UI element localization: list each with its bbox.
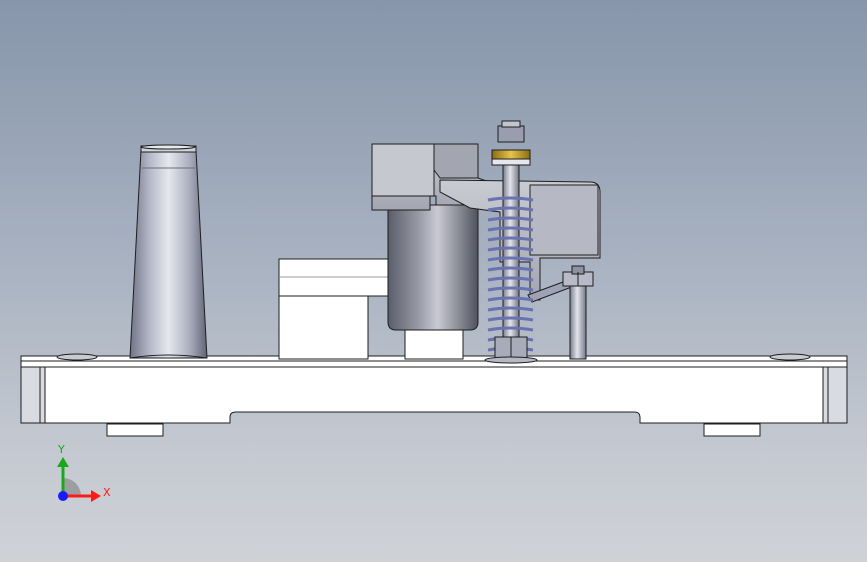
base-end-left	[20, 366, 46, 424]
cylinder-spacer	[404, 328, 464, 360]
stepped-block	[278, 258, 406, 360]
base-slab	[20, 366, 848, 424]
base-boss-left	[56, 353, 98, 361]
x-axis-label: X	[103, 486, 111, 499]
guide-rod	[562, 265, 594, 360]
cylinder-actuator	[371, 143, 502, 360]
graphics-viewport[interactable]: X Y	[0, 0, 867, 562]
base-plate	[20, 353, 848, 437]
coordinate-triad: X Y	[40, 438, 120, 518]
base-foot-right	[703, 423, 761, 437]
tapered-post	[129, 144, 208, 359]
top-nut	[497, 125, 525, 143]
z-axis-marker	[58, 491, 68, 501]
cad-model-front-view[interactable]	[0, 0, 867, 562]
base-end-right	[822, 366, 848, 424]
y-axis-label: Y	[58, 443, 65, 456]
base-foot-left	[106, 423, 164, 437]
washer	[491, 149, 531, 160]
base-boss-right	[769, 353, 811, 361]
